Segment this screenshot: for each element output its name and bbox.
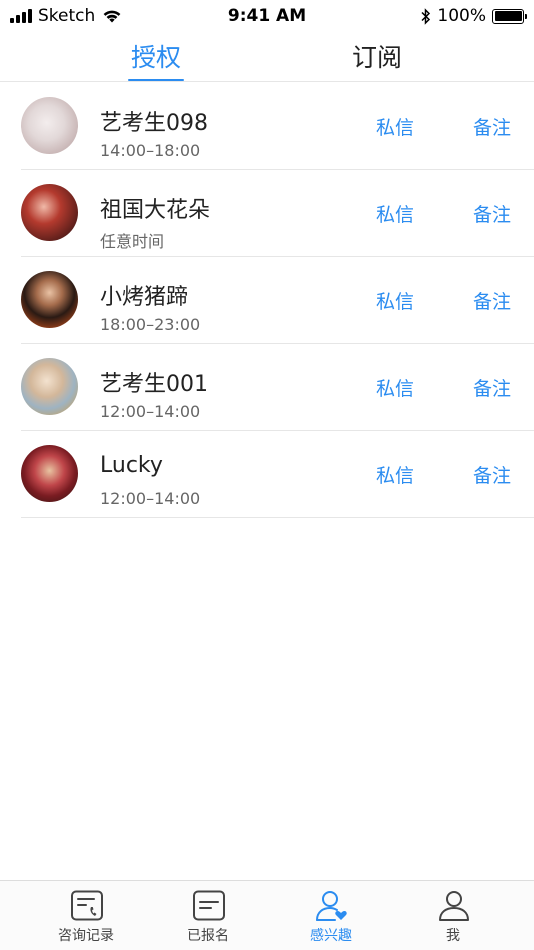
user-heart-icon: [316, 891, 347, 921]
message-button[interactable]: 私信: [376, 374, 414, 401]
active-tab-indicator: [128, 79, 184, 81]
user-name: Lucky: [100, 453, 163, 478]
available-time: 14:00–18:00: [100, 141, 201, 160]
avatar[interactable]: [21, 97, 78, 154]
available-time: 12:00–14:00: [100, 402, 201, 421]
tabbar-label: 咨询记录: [58, 928, 114, 944]
status-bar: Sketch 9:41 AM 100%: [0, 0, 534, 32]
user-name: 祖国大花朵: [100, 198, 211, 223]
battery-percentage: 100%: [437, 6, 486, 26]
user-icon: [439, 891, 469, 921]
note-button[interactable]: 备注: [473, 374, 511, 401]
user-name: 艺考生098: [100, 111, 208, 136]
user-list: 艺考生098 14:00–18:00 私信 备注 祖国大花朵 任意时间 私信 备…: [0, 83, 534, 518]
list-item[interactable]: 小烤猪蹄 18:00–23:00 私信 备注: [21, 257, 534, 344]
available-time: 任意时间: [100, 232, 165, 251]
message-button[interactable]: 私信: [376, 287, 414, 314]
tabbar-item-consult-records[interactable]: 咨询记录: [26, 881, 146, 950]
avatar[interactable]: [21, 445, 78, 502]
list-item[interactable]: Lucky 12:00–14:00 私信 备注: [21, 431, 534, 518]
list-item[interactable]: 艺考生001 12:00–14:00 私信 备注: [21, 344, 534, 431]
battery-icon: [492, 8, 527, 24]
avatar[interactable]: [21, 358, 78, 415]
tabbar-label: 感兴趣: [310, 928, 352, 944]
message-box-icon: [193, 890, 225, 921]
tab-authorization[interactable]: 授权: [107, 38, 205, 74]
avatar[interactable]: [21, 184, 78, 241]
avatar[interactable]: [21, 271, 78, 328]
available-time: 18:00–23:00: [100, 315, 201, 334]
tabbar-label: 我: [446, 928, 460, 944]
tabbar-item-me[interactable]: 我: [393, 881, 513, 950]
user-name: 小烤猪蹄: [100, 285, 189, 310]
list-item[interactable]: 祖国大花朵 任意时间 私信 备注: [21, 170, 534, 257]
top-tabs: 授权 订阅: [0, 32, 534, 82]
tabbar-label: 已报名: [187, 928, 229, 944]
tabbar-item-interested[interactable]: 感兴趣: [271, 881, 391, 950]
note-button[interactable]: 备注: [473, 200, 511, 227]
note-button[interactable]: 备注: [473, 461, 511, 488]
bottom-tab-bar: 咨询记录 已报名 感兴趣 我: [0, 880, 534, 950]
user-name: 艺考生001: [100, 372, 208, 397]
tabbar-item-registered[interactable]: 已报名: [148, 881, 268, 950]
status-right: 100%: [421, 6, 527, 26]
note-button[interactable]: 备注: [473, 113, 511, 140]
bluetooth-icon: [421, 7, 431, 25]
available-time: 12:00–14:00: [100, 489, 201, 508]
note-button[interactable]: 备注: [473, 287, 511, 314]
message-button[interactable]: 私信: [376, 461, 414, 488]
tab-subscription[interactable]: 订阅: [328, 38, 426, 74]
message-button[interactable]: 私信: [376, 113, 414, 140]
message-button[interactable]: 私信: [376, 200, 414, 227]
phone-note-icon: [71, 890, 103, 921]
list-item[interactable]: 艺考生098 14:00–18:00 私信 备注: [21, 83, 534, 170]
